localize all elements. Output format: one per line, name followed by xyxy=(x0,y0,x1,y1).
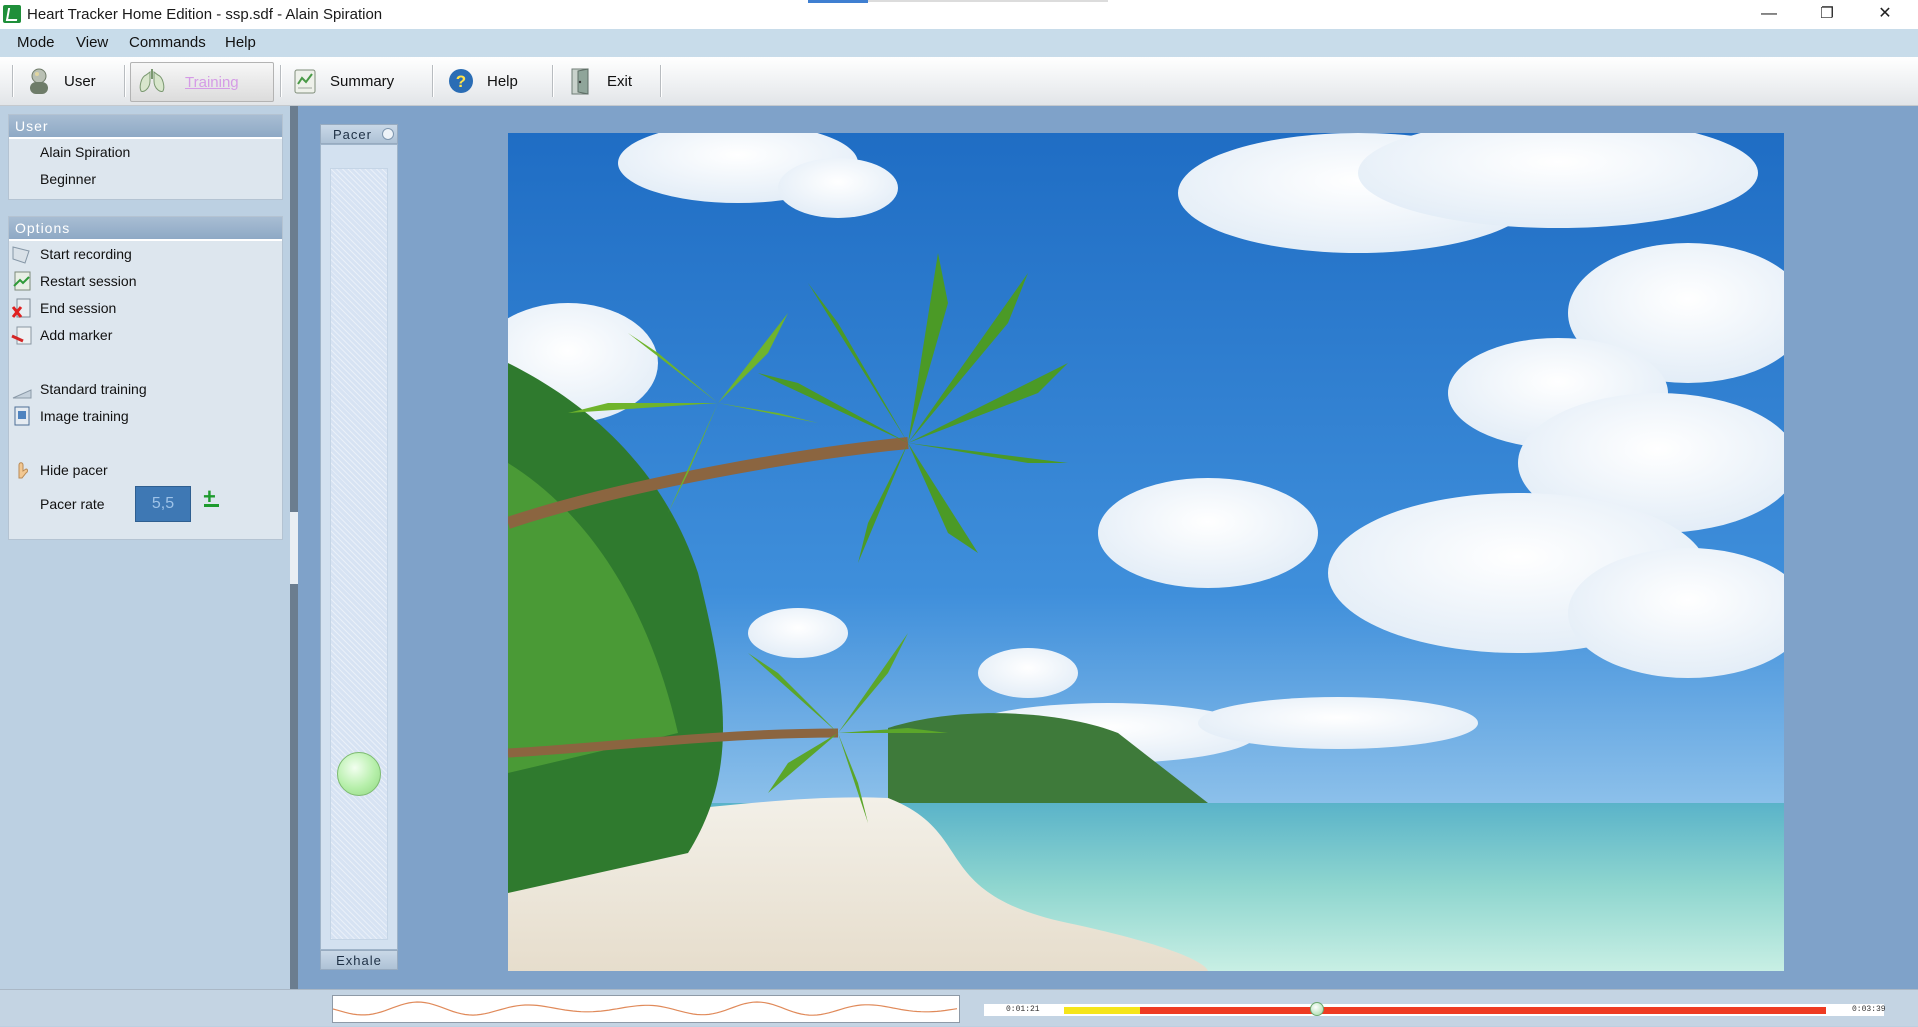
svg-text:?: ? xyxy=(456,72,466,91)
close-button[interactable]: ✕ xyxy=(1862,0,1908,29)
title-bar: Heart Tracker Home Edition - ssp.sdf - A… xyxy=(0,0,1918,30)
option-standard-training[interactable]: Standard training xyxy=(9,376,282,403)
toolbar-exit-button[interactable]: Exit xyxy=(560,62,650,100)
menu-mode[interactable]: Mode xyxy=(17,34,55,51)
toolbar-exit-label: Exit xyxy=(607,73,633,90)
title-accent-bar xyxy=(808,0,868,3)
option-standard-training-label: Standard training xyxy=(40,381,147,397)
toolbar-summary-label: Summary xyxy=(330,73,395,90)
timeline-thumb[interactable] xyxy=(1310,1002,1324,1016)
toolbar-separator xyxy=(660,65,661,97)
pacer-title: Pacer xyxy=(333,127,372,142)
pacer-rate-value[interactable]: 5,5 xyxy=(135,486,191,522)
user-level: Beginner xyxy=(40,171,97,187)
record-icon xyxy=(12,246,30,264)
hand-icon xyxy=(18,462,28,479)
option-image-training-label: Image training xyxy=(40,408,129,424)
toolbar-help-button[interactable]: ? Help xyxy=(440,62,540,100)
user-level-row: Beginner xyxy=(9,166,282,193)
toolbar-separator xyxy=(432,65,433,97)
toolbar-separator xyxy=(124,65,125,97)
option-image-training[interactable]: Image training xyxy=(9,403,282,430)
pacer-options-icon[interactable] xyxy=(382,128,394,140)
user-panel-header: User xyxy=(9,115,282,139)
lungs-icon xyxy=(139,69,165,92)
toolbar-summary-button[interactable]: Summary xyxy=(284,62,416,100)
pacer-header: Pacer xyxy=(320,124,398,144)
option-end-session[interactable]: End session xyxy=(9,295,282,322)
pacer-rate-decrease-button[interactable] xyxy=(204,504,219,507)
user-name: Alain Spiration xyxy=(40,144,131,160)
option-hide-pacer[interactable]: Hide pacer xyxy=(9,457,282,484)
app-heart-tracker-icon xyxy=(3,5,21,23)
timeline-red-segment xyxy=(1140,1007,1826,1014)
timeline-elapsed: 0:01:21 xyxy=(1006,1005,1040,1014)
option-start-recording-label: Start recording xyxy=(40,246,132,262)
pacer-ball xyxy=(337,752,381,796)
user-name-row: Alain Spiration xyxy=(9,139,282,166)
exit-door-icon xyxy=(571,68,589,95)
toolbar-separator xyxy=(552,65,553,97)
image-training-icon xyxy=(14,406,30,426)
option-restart-session[interactable]: Restart session xyxy=(9,268,282,295)
timeline-total: 0:03:39 xyxy=(1852,1005,1886,1014)
help-icon: ? xyxy=(449,69,473,93)
option-add-marker[interactable]: Add marker xyxy=(9,322,282,349)
restore-button[interactable]: ❐ xyxy=(1804,0,1850,29)
toolbar-training-label: Training xyxy=(185,74,239,91)
toolbar-separator xyxy=(12,65,13,97)
splitter-grip[interactable] xyxy=(290,512,298,584)
summary-icon xyxy=(294,69,316,94)
pacer-rate-label: Pacer rate xyxy=(40,496,105,512)
restart-icon xyxy=(13,271,31,291)
toolbar-training-button[interactable]: Training xyxy=(130,62,274,102)
menu-help[interactable]: Help xyxy=(225,34,256,51)
end-session-icon xyxy=(11,298,31,318)
marker-icon xyxy=(11,326,32,345)
minimize-button[interactable]: — xyxy=(1746,0,1792,29)
option-restart-session-label: Restart session xyxy=(40,273,137,289)
pacer-phase-label: Exhale xyxy=(320,950,398,970)
title-accent-bar-gray xyxy=(868,0,1108,2)
pacer-rate-row: Pacer rate 5,5 + xyxy=(9,484,282,524)
option-start-recording[interactable]: Start recording xyxy=(9,241,282,268)
toolbar: User Training Summary ? Help Exit xyxy=(0,57,1918,106)
standard-training-icon xyxy=(12,389,32,399)
menu-commands[interactable]: Commands xyxy=(129,34,206,51)
options-panel-header: Options xyxy=(9,217,282,241)
toolbar-separator xyxy=(280,65,281,97)
timeline-yellow-segment xyxy=(1064,1007,1140,1014)
option-end-session-label: End session xyxy=(40,300,117,316)
window-title: Heart Tracker Home Edition - ssp.sdf - A… xyxy=(27,6,383,23)
option-hide-pacer-label: Hide pacer xyxy=(40,462,108,478)
toolbar-user-button[interactable]: User xyxy=(18,62,118,100)
toolbar-help-label: Help xyxy=(487,73,518,90)
options-panel: Options Start recording Restart session … xyxy=(8,216,283,540)
beach-scene-image xyxy=(508,133,1784,971)
waveform-line xyxy=(332,1001,958,1016)
toolbar-user-label: User xyxy=(64,73,96,90)
user-panel: User Alain Spiration Beginner xyxy=(8,114,283,200)
heart-rate-waveform xyxy=(332,995,960,1023)
menu-bar: Mode View Commands Help xyxy=(0,29,1918,57)
training-image xyxy=(508,133,1784,971)
user-icon xyxy=(30,68,48,94)
menu-view[interactable]: View xyxy=(76,34,108,51)
pacer-track xyxy=(330,168,388,940)
left-sidebar: User Alain Spiration Beginner Options St… xyxy=(0,106,290,989)
option-add-marker-label: Add marker xyxy=(40,327,113,343)
